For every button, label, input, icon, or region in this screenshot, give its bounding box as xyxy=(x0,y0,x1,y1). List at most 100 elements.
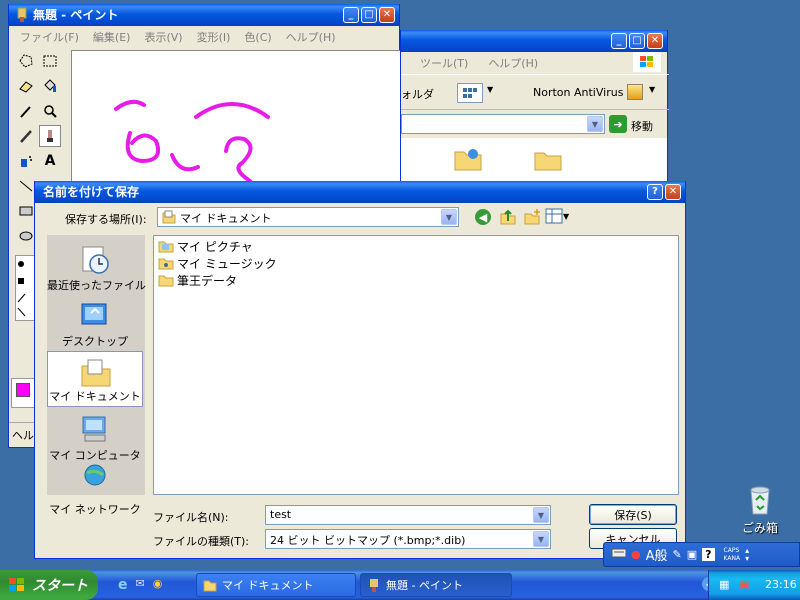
chevron-down-icon[interactable]: ▼ xyxy=(649,85,655,94)
internet-explorer-icon[interactable]: e xyxy=(118,577,128,593)
go-arrow-icon[interactable]: ➔ xyxy=(609,115,627,133)
taskbar-item-paint[interactable]: 無題 - ペイント xyxy=(360,573,512,597)
minimize-icon[interactable]: _ xyxy=(343,7,359,23)
place-my-documents-label: マイ ドキュメント xyxy=(49,390,141,403)
list-item[interactable]: 筆王データ xyxy=(158,272,237,288)
file-name: マイ ピクチャ xyxy=(177,239,253,254)
pencil-icon[interactable] xyxy=(15,125,37,147)
paint-menu-colors[interactable]: 色(C) xyxy=(237,26,278,44)
explorer-address-bar: ▼ ➔ 移動 xyxy=(401,112,669,136)
quick-launch: e ✉ ◉ xyxy=(118,577,162,593)
ime-pad-icon[interactable]: ● xyxy=(631,548,641,561)
place-my-computer[interactable]: マイ コンピュータ xyxy=(47,409,143,465)
filetype-label: ファイルの種類(T): xyxy=(153,535,250,548)
paint-title-bar[interactable]: 無題 - ペイント _ □ ✕ xyxy=(9,4,399,26)
free-select-icon[interactable] xyxy=(15,50,37,72)
chevron-down-icon[interactable]: ▼ xyxy=(441,209,457,225)
airbrush-icon[interactable] xyxy=(15,150,37,172)
maximize-icon[interactable]: □ xyxy=(629,33,645,49)
minimize-icon[interactable]: _ xyxy=(611,33,627,49)
folder-icon xyxy=(158,275,174,287)
folder-icon[interactable] xyxy=(533,148,563,172)
paint-menu-image[interactable]: 変形(I) xyxy=(190,26,238,44)
email-icon[interactable]: ✉ xyxy=(136,577,145,593)
place-recent[interactable]: 最近使ったファイル xyxy=(47,239,146,295)
place-my-documents[interactable]: マイ ドキュメント xyxy=(47,351,143,407)
taskbar-item-label: マイ ドキュメント xyxy=(222,579,314,592)
filename-input[interactable]: test ▼ xyxy=(265,505,551,525)
eraser-icon[interactable] xyxy=(15,75,37,97)
recycle-bin[interactable]: ごみ箱 xyxy=(730,484,790,540)
paint-menu-help[interactable]: ヘルプ(H) xyxy=(279,26,343,44)
place-my-network-label: マイ ネットワーク xyxy=(49,503,141,516)
tools-icon[interactable]: ▣ xyxy=(687,548,697,561)
address-input[interactable]: ▼ xyxy=(401,114,605,134)
norton-antivirus-button[interactable]: Norton AntiVirus xyxy=(533,86,623,99)
help-icon[interactable]: ? xyxy=(647,184,663,200)
security-alert-icon[interactable]: ▣ xyxy=(739,578,749,591)
help-icon[interactable]: ? xyxy=(702,548,715,561)
foreground-color-swatch[interactable] xyxy=(16,383,30,397)
taskbar-item-my-documents[interactable]: マイ ドキュメント xyxy=(196,573,356,597)
network-icon[interactable]: ▦ xyxy=(719,578,729,591)
paint-menu-file[interactable]: ファイル(F) xyxy=(13,26,86,44)
filetype-dropdown[interactable]: 24 ビット ビットマップ (*.bmp;*.dib) ▼ xyxy=(265,529,551,549)
chevron-down-icon[interactable]: ▼ xyxy=(487,85,493,94)
close-icon[interactable]: ✕ xyxy=(665,184,681,200)
explorer-title-bar[interactable]: _ □ ✕ xyxy=(401,30,667,52)
norton-icon[interactable] xyxy=(627,84,643,100)
up-folder-icon[interactable] xyxy=(499,208,517,229)
views-icon[interactable] xyxy=(457,83,483,103)
folders-button[interactable]: ォルダ xyxy=(401,86,434,102)
file-list[interactable]: マイ ピクチャ マイ ミュージック 筆王データ xyxy=(153,235,679,495)
paint-menu-edit[interactable]: 編集(E) xyxy=(86,26,138,44)
place-my-network[interactable] xyxy=(47,464,143,495)
magnifier-icon[interactable] xyxy=(39,100,61,122)
close-icon[interactable]: ✕ xyxy=(379,7,395,23)
chevron-down-icon[interactable]: ▼ xyxy=(587,116,603,132)
language-bar-options-icon[interactable]: ▴ ▾ xyxy=(745,546,749,563)
start-button[interactable]: スタート xyxy=(0,570,98,600)
list-item[interactable]: マイ ミュージック xyxy=(158,255,277,271)
taskbar: スタート e ✉ ◉ マイ ドキュメント 無題 - ペイント ◀ ▦ ▣ 23:… xyxy=(0,570,800,600)
explorer-toolbar: ォルダ ▼ Norton AntiVirus ▼ xyxy=(401,74,669,110)
new-folder-icon[interactable] xyxy=(523,208,541,229)
explorer-content xyxy=(401,138,667,184)
paint-menu-view[interactable]: 表示(V) xyxy=(137,26,189,44)
back-icon[interactable]: ◀ xyxy=(475,209,491,225)
list-item[interactable]: マイ ピクチャ xyxy=(158,238,253,254)
place-desktop[interactable]: デスクトップ xyxy=(47,295,143,351)
my-documents-icon xyxy=(162,210,176,224)
fill-bucket-icon[interactable] xyxy=(39,75,61,97)
brush-icon[interactable] xyxy=(39,125,61,147)
media-player-icon[interactable]: ◉ xyxy=(153,577,163,593)
ime-mode[interactable]: A般 xyxy=(646,545,668,564)
maximize-icon[interactable]: □ xyxy=(361,7,377,23)
dialog-title-bar[interactable]: 名前を付けて保存 ? ✕ xyxy=(35,181,685,203)
paint-canvas[interactable] xyxy=(71,50,401,190)
chevron-down-icon[interactable]: ▼ xyxy=(533,531,549,547)
text-tool-icon[interactable]: A xyxy=(39,150,61,172)
chevron-down-icon[interactable]: ▼ xyxy=(533,507,549,523)
rect-select-icon[interactable] xyxy=(39,50,61,72)
go-button[interactable]: 移動 xyxy=(631,118,653,134)
paint-status-text: ヘル xyxy=(12,429,34,442)
keyboard-icon[interactable] xyxy=(611,548,627,561)
view-menu-icon[interactable]: ▼ xyxy=(545,208,569,224)
color-picker-icon[interactable] xyxy=(15,100,37,122)
explorer-menu-tools[interactable]: ツール(T) xyxy=(413,52,475,70)
brush-stroke xyxy=(224,136,253,183)
close-icon[interactable]: ✕ xyxy=(647,33,663,49)
taskbar-item-label: 無題 - ペイント xyxy=(386,579,463,592)
clock[interactable]: 23:16 xyxy=(765,578,797,591)
place-desktop-label: デスクトップ xyxy=(62,335,128,348)
place-recent-label: 最近使ったファイル xyxy=(47,279,146,292)
explorer-menu-help[interactable]: ヘルプ(H) xyxy=(481,52,545,70)
my-network-icon xyxy=(84,464,106,486)
save-button[interactable]: 保存(S) xyxy=(589,504,677,525)
save-button-label: 保存(S) xyxy=(614,508,652,522)
dictionary-icon[interactable]: ✎ xyxy=(673,548,682,561)
folder-icon[interactable] xyxy=(453,146,483,172)
save-in-dropdown[interactable]: マイ ドキュメント ▼ xyxy=(157,207,459,227)
paint-menubar: ファイル(F) 編集(E) 表示(V) 変形(I) 色(C) ヘルプ(H) xyxy=(9,26,399,44)
